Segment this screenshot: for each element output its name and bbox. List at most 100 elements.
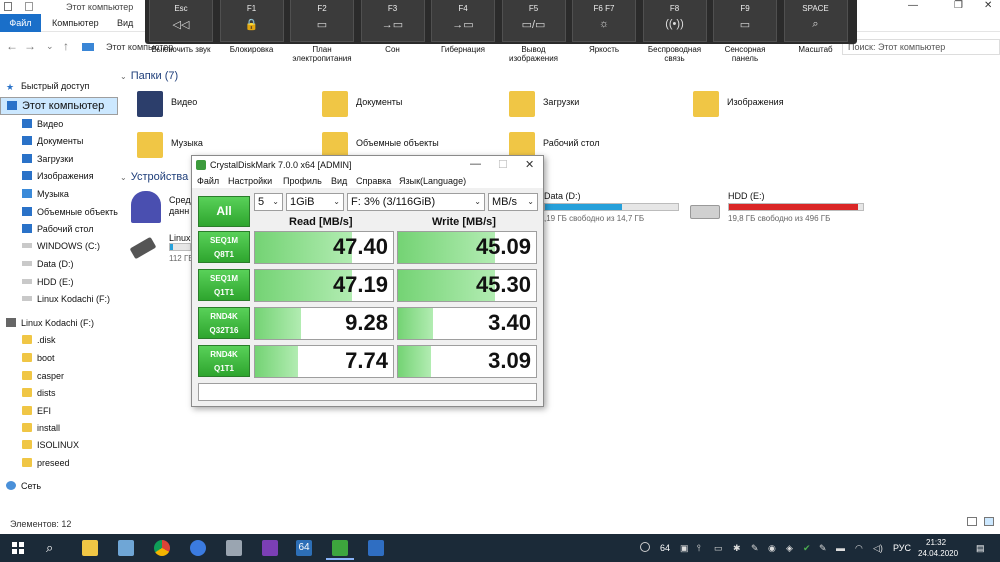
tray-app-icon[interactable] [640, 542, 650, 552]
cdm-minimize-button[interactable]: — [470, 158, 481, 170]
search-input[interactable]: Поиск: Этот компьютер [842, 39, 1000, 55]
nav-item[interactable]: WINDOWS (C:) [0, 238, 118, 254]
nav-item[interactable]: Загрузки [0, 151, 118, 167]
nav-item[interactable]: Объемные объекты [0, 204, 118, 220]
volume-icon[interactable]: ◁) [873, 543, 883, 554]
folder-tile[interactable]: Загрузки [509, 91, 659, 121]
nav-item[interactable]: ISOLINUX [0, 437, 118, 453]
tray-network-adapter-icon[interactable]: ▣ [680, 543, 689, 554]
test-button[interactable]: SEQ1M Q1T1 [198, 269, 250, 301]
folder-tile[interactable]: Изображения [693, 91, 843, 121]
nav-item[interactable]: install [0, 420, 118, 436]
nav-item[interactable]: boot [0, 350, 118, 366]
nav-item[interactable]: Linux Kodachi (F:) [0, 291, 118, 307]
wifi-icon[interactable]: ◠ [855, 543, 863, 554]
clock-date[interactable]: 24.04.2020 [918, 549, 958, 558]
device-manager-icon[interactable] [226, 540, 242, 556]
nav-item[interactable]: Рабочий стол [0, 221, 118, 237]
close-button[interactable]: ✕ [984, 0, 992, 11]
back-icon[interactable]: ← [6, 39, 18, 53]
menu-file[interactable]: Файл [197, 176, 219, 186]
unit-select[interactable]: MB/s ⌄ [488, 193, 538, 211]
drive-tile-data[interactable]: Data (D:) ,19 ГБ свободно из 14,7 ГБ [544, 191, 684, 223]
nav-item[interactable]: preseed [0, 455, 118, 471]
document-icon[interactable] [368, 540, 384, 556]
details-view-icon[interactable] [967, 517, 977, 526]
menu-language[interactable]: Язык(Language) [399, 176, 466, 186]
recent-chevron-icon[interactable]: ⌄ [46, 41, 54, 52]
drive-tile-linux[interactable]: Linux 112 ГБ [129, 232, 194, 263]
nav-item[interactable]: .disk [0, 332, 118, 348]
drive-usage-fill [170, 244, 173, 250]
battery-icon[interactable]: ▬ [836, 543, 845, 553]
nav-item[interactable]: dists [0, 385, 118, 401]
control-panel-icon[interactable] [118, 540, 134, 556]
comment-input[interactable] [198, 383, 537, 401]
test-button[interactable]: RND4K Q1T1 [198, 345, 250, 377]
tab-file[interactable]: Файл [0, 14, 41, 32]
folder-tile[interactable]: Документы [322, 91, 472, 121]
menu-settings[interactable]: Настройки [228, 176, 272, 186]
tray-security-icon[interactable]: ✔ [803, 543, 811, 554]
count-select[interactable]: 5 ⌄ [254, 193, 283, 211]
file-explorer-icon[interactable] [82, 540, 98, 556]
notifications-icon[interactable]: ▤ [976, 543, 985, 554]
maximize-button[interactable]: ❐ [954, 0, 963, 11]
forward-icon[interactable]: → [24, 39, 36, 53]
drive-select[interactable]: F: 3% (3/116GiB) ⌄ [347, 193, 485, 211]
tray-shield-icon[interactable]: ◈ [786, 543, 793, 554]
nav-item[interactable]: Музыка [0, 186, 118, 202]
nav-item[interactable]: casper [0, 368, 118, 384]
nav-item[interactable]: Видео [0, 116, 118, 132]
properties-icon[interactable] [25, 2, 33, 11]
visual-studio-icon[interactable] [262, 540, 278, 556]
menu-profile[interactable]: Профиль [283, 176, 322, 186]
nav-item[interactable]: ★ Быстрый доступ [0, 78, 118, 94]
aida64-icon[interactable]: 64 [296, 540, 312, 556]
tiles-view-icon[interactable] [984, 517, 994, 526]
tray-pin2-icon[interactable]: ✎ [819, 543, 827, 554]
cdm-maximize-button[interactable]: ☐ [498, 158, 508, 171]
nav-item[interactable]: HDD (E:) [0, 274, 118, 290]
menu-view[interactable]: Вид [331, 176, 347, 186]
nav-item[interactable]: Сеть [0, 478, 118, 494]
nav-item[interactable]: EFI [0, 403, 118, 419]
nav-item[interactable]: Документы [0, 133, 118, 149]
size-select[interactable]: 1GiB ⌄ [286, 193, 344, 211]
folders-group-header[interactable]: ⌄ Папки (7) [120, 70, 178, 82]
media-device-tile[interactable]: Сред данн [131, 191, 191, 223]
start-windows-icon[interactable] [10, 540, 26, 556]
test-button[interactable]: SEQ1M Q8T1 [198, 231, 250, 263]
all-button[interactable]: All [198, 196, 250, 227]
minimize-button[interactable]: — [908, 0, 918, 11]
nav-item[interactable]: Этот компьютер [0, 97, 118, 115]
chrome-icon[interactable] [154, 540, 170, 556]
quick-access-icon[interactable] [4, 2, 12, 11]
crystaldiskmark-taskbar-icon[interactable] [332, 540, 348, 556]
browser-icon[interactable] [190, 540, 206, 556]
tray-window-icon[interactable]: ▭ [714, 543, 723, 554]
bluetooth-icon[interactable]: ✱ [733, 543, 741, 554]
language-indicator[interactable]: РУС [893, 543, 911, 553]
cdm-close-button[interactable]: ✕ [525, 158, 534, 171]
cdm-title: CrystalDiskMark 7.0.0 x64 [ADMIN] [210, 160, 352, 170]
clock-time[interactable]: 21:32 [926, 538, 946, 547]
up-icon[interactable]: ↑ [63, 39, 69, 53]
tab-computer[interactable]: Компьютер [52, 18, 99, 28]
drive-tile-hdd[interactable]: HDD (E:) 19,8 ГБ свободно из 496 ГБ [690, 191, 870, 223]
folder-icon [22, 423, 32, 432]
test-button[interactable]: RND4K Q32T16 [198, 307, 250, 339]
tray-usb-icon[interactable]: ⫯ [697, 543, 701, 554]
devices-group-header[interactable]: ⌄ Устройства [120, 171, 188, 183]
nav-item[interactable]: Data (D:) [0, 256, 118, 272]
nav-item[interactable]: Linux Kodachi (F:) [0, 315, 118, 331]
tab-view[interactable]: Вид [117, 18, 133, 28]
active-app-indicator [326, 558, 354, 560]
folder-tile[interactable]: Видео [137, 91, 287, 121]
menu-help[interactable]: Справка [356, 176, 391, 186]
nav-item[interactable]: Изображения [0, 168, 118, 184]
tray-aida-icon[interactable]: 64 [660, 543, 670, 553]
search-icon[interactable]: ⌕ [46, 540, 62, 556]
tray-pin-icon[interactable]: ✎ [751, 543, 759, 554]
tray-camera-icon[interactable]: ◉ [768, 543, 776, 554]
